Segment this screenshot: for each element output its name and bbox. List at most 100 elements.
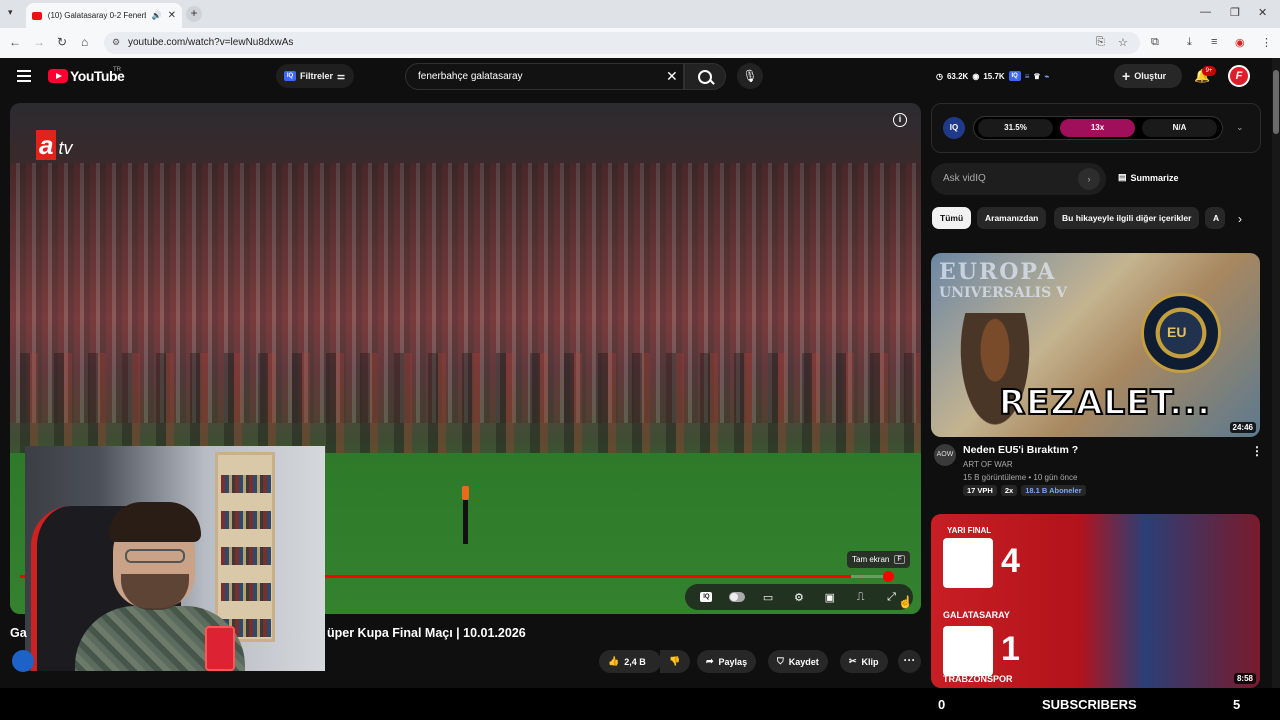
vidiq-icon: IQ xyxy=(284,71,296,81)
account-avatar[interactable]: F xyxy=(1228,65,1250,87)
more-actions-icon[interactable]: ··· xyxy=(898,650,921,673)
new-tab-button[interactable]: + xyxy=(186,6,202,22)
chip-from-search[interactable]: Aramanızdan xyxy=(977,207,1047,229)
ask-send-icon[interactable]: › xyxy=(1078,168,1100,190)
book-icon: ▤ xyxy=(1118,172,1127,182)
chip-more[interactable]: A xyxy=(1205,207,1225,229)
bookmark-star-icon[interactable]: ☆ xyxy=(1118,36,1128,49)
vidiq-logo[interactable]: IQ xyxy=(943,117,965,139)
page-scrollbar[interactable] xyxy=(1272,58,1280,688)
search-input[interactable]: fenerbahçe galatasaray xyxy=(405,63,684,90)
clip-button[interactable]: ✂ Klip xyxy=(840,650,888,673)
share-button[interactable]: ➦ Paylaş xyxy=(697,650,757,673)
vidiq-stats[interactable]: ◷ 63.2K ◉ 15.7K IQ ≡ ♛ ⌁ xyxy=(936,64,1049,88)
recommended-thumbnail[interactable]: EUROPA UNIVERSALIS V EU REZALET... 24:46 xyxy=(931,253,1260,437)
tab-search-icon[interactable]: ▾ xyxy=(8,7,13,18)
glasses xyxy=(125,549,185,563)
tooltip-text: Tam ekran xyxy=(852,555,890,564)
dislike-button[interactable]: 👎 xyxy=(660,650,690,673)
subscribers-tag: 18.1 B Aboneler xyxy=(1021,485,1086,496)
thumbnail-overlay-text: REZALET... xyxy=(998,382,1212,424)
minimize-icon[interactable]: — xyxy=(1200,6,1211,18)
vidiq-pill-na[interactable]: N/A xyxy=(1142,119,1217,137)
vidiq-pill-multiplier[interactable]: 13x xyxy=(1060,119,1135,137)
recommended-channel[interactable]: ART OF WAR xyxy=(963,460,1013,469)
search-button[interactable] xyxy=(684,63,726,90)
chip-related[interactable]: Bu hikayeyle ilgili diğer içerikler xyxy=(1054,207,1200,229)
subtitles-icon[interactable]: ▭ xyxy=(760,590,776,604)
trabzonspor-crest xyxy=(943,626,993,676)
speaker-icon[interactable]: 🔊 xyxy=(152,11,162,20)
voice-search-icon[interactable]: 🎙 xyxy=(737,63,763,89)
subscriber-counter-bar: 0 SUBSCRIBERS 5 xyxy=(0,688,1280,720)
chevron-down-icon[interactable]: ⌄ xyxy=(1236,122,1244,133)
chevron-right-icon[interactable]: › xyxy=(1238,212,1242,226)
create-label: Oluştur xyxy=(1134,71,1167,81)
list-icon[interactable]: ≡ xyxy=(1025,72,1030,81)
fullscreen-tooltip: Tam ekran F xyxy=(847,551,910,568)
media-control-icon[interactable]: ≡ xyxy=(1211,36,1217,48)
vidiq-player-icon[interactable]: IQ xyxy=(698,590,714,604)
trophy-icon[interactable]: ♛ xyxy=(1033,72,1040,81)
site-info-icon[interactable]: ⚙ xyxy=(112,37,120,48)
stat-views: 63.2K xyxy=(946,71,969,81)
recommended-thumbnail[interactable]: YARI FINAL 4 GALATASARAY 1 TRABZONSPOR 8… xyxy=(931,514,1260,688)
autoplay-toggle[interactable] xyxy=(729,590,746,604)
thumbnail-title-text: EUROPA xyxy=(939,259,1057,285)
close-window-icon[interactable]: ✕ xyxy=(1258,6,1267,19)
recommended-meta: 15 B görüntüleme • 10 gün önce xyxy=(963,473,1078,482)
galatasaray-crest xyxy=(943,538,993,588)
clip-label: Klip xyxy=(861,656,879,667)
person-hair xyxy=(109,502,201,542)
back-icon[interactable]: ← xyxy=(9,35,21,49)
tooltip-key: F xyxy=(894,555,905,564)
counter-left: 0 xyxy=(938,697,946,712)
url-text: youtube.com/watch?v=lewNu8dxwAs xyxy=(128,37,294,48)
score-1: 4 xyxy=(1001,542,1020,580)
country-code: TR xyxy=(113,67,121,73)
browser-menu-icon[interactable]: ⋮ xyxy=(1261,36,1272,49)
browser-tab[interactable]: (10) Galatasaray 0-2 Fenerb 🔊 ✕ xyxy=(26,3,182,28)
chip-all[interactable]: Tümü xyxy=(932,207,972,229)
downloads-icon[interactable]: ⤓ xyxy=(1187,36,1192,49)
summarize-button[interactable]: ▤ Summarize xyxy=(1118,172,1179,183)
vidiq-tags: 17 VPH 2x 18.1 B Aboneler xyxy=(963,485,1086,496)
thumbnail-label: YARI FINAL xyxy=(947,526,992,535)
scrollbar-thumb[interactable] xyxy=(1273,70,1279,134)
vidiq-icon[interactable]: IQ xyxy=(1008,71,1021,81)
profile-icon[interactable]: ◉ xyxy=(1235,36,1245,49)
channel-avatar[interactable]: AOW xyxy=(934,444,956,466)
filters-button[interactable]: IQ Filtreler ⚌ xyxy=(276,64,354,88)
save-button[interactable]: ⛉ Kaydet xyxy=(768,650,828,673)
score-2: 1 xyxy=(1001,630,1020,668)
channel-avatar[interactable] xyxy=(12,650,34,672)
filter-chips: Tümü Aramanızdan Bu hikayeyle ilgili diğ… xyxy=(931,207,1251,231)
more-options-icon[interactable]: ⋮ xyxy=(1251,444,1263,458)
rocket-icon[interactable]: ⌁ xyxy=(1045,72,1050,81)
vidiq-pill-score[interactable]: 31.5% xyxy=(978,119,1053,137)
video-duration: 24:46 xyxy=(1229,422,1256,433)
install-app-icon[interactable]: ⎘ xyxy=(1096,36,1105,49)
reload-icon[interactable]: ↻ xyxy=(57,35,67,49)
tab-title: (10) Galatasaray 0-2 Fenerb xyxy=(47,11,146,20)
like-count: 2,4 B xyxy=(624,656,646,667)
miniplayer-icon[interactable]: ▣ xyxy=(822,590,838,604)
recommended-title[interactable]: Neden EU5'i Bıraktım ? xyxy=(963,444,1078,456)
extensions-icon[interactable]: ⧉ xyxy=(1151,36,1159,49)
cast-icon[interactable]: ⎍ xyxy=(853,590,869,604)
forward-icon[interactable]: → xyxy=(33,35,45,49)
info-icon[interactable]: i xyxy=(893,113,907,127)
bookmark-icon: ⛉ xyxy=(777,656,784,666)
create-button[interactable]: + Oluştur xyxy=(1114,64,1182,88)
settings-gear-icon[interactable]: ⚙ xyxy=(791,590,807,604)
youtube-logo-icon[interactable] xyxy=(48,69,68,83)
close-tab-icon[interactable]: ✕ xyxy=(168,10,176,21)
address-bar[interactable]: ⚙ youtube.com/watch?v=lewNu8dxwAs xyxy=(104,32,1140,54)
like-button[interactable]: 👍 2,4 B xyxy=(599,650,661,673)
progress-scrubber[interactable] xyxy=(883,571,894,582)
home-icon[interactable]: ⌂ xyxy=(81,35,88,49)
thumbs-up-icon: 👍 xyxy=(608,656,620,666)
restore-icon[interactable]: ❐ xyxy=(1230,6,1240,19)
clear-search-icon[interactable]: ✕ xyxy=(666,68,678,85)
menu-icon[interactable] xyxy=(17,70,31,82)
